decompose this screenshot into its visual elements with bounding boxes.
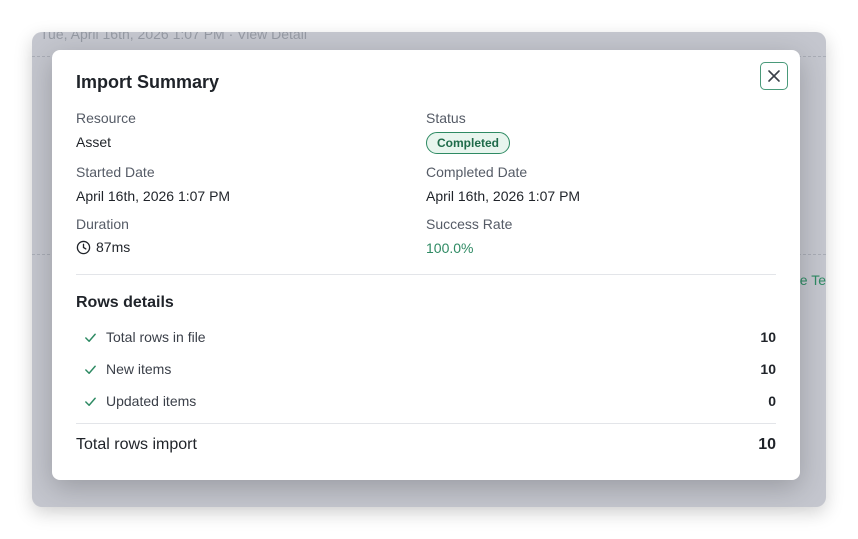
background-link[interactable]: e Te <box>800 272 826 288</box>
status-label: Status <box>426 110 466 126</box>
total-label: Total rows import <box>76 436 197 453</box>
success-rate-label: Success Rate <box>426 216 513 232</box>
duration-value: 87ms <box>96 239 131 255</box>
import-summary-modal: Import Summary Resource Asset Status Com… <box>52 50 800 480</box>
close-button[interactable] <box>760 62 788 90</box>
duration-label: Duration <box>76 216 129 232</box>
started-date-value: April 16th, 2026 1:07 PM <box>76 188 231 204</box>
rows-details-title: Rows details <box>76 294 174 311</box>
row-label: New items <box>106 361 172 377</box>
row-value: 10 <box>760 329 776 345</box>
row-label: Updated items <box>106 393 197 409</box>
clock-icon <box>76 240 91 254</box>
resource-value: Asset <box>76 134 112 150</box>
total-divider <box>76 423 776 424</box>
total-rows-import: Total rows import 10 <box>76 433 776 457</box>
completed-date-label: Completed Date <box>426 164 528 180</box>
section-divider <box>76 274 776 275</box>
total-value: 10 <box>758 436 776 453</box>
close-icon <box>768 70 780 82</box>
success-rate-value: 100.0% <box>426 240 474 256</box>
completed-date-value: April 16th, 2026 1:07 PM <box>426 188 581 204</box>
row-value: 0 <box>768 393 776 409</box>
modal-title: Import Summary <box>76 72 220 92</box>
background-header-text: Tue, April 16th, 2026 1:07 PM · View Det… <box>40 32 307 42</box>
list-item: Total rows in file 10 <box>84 326 776 348</box>
check-icon <box>84 331 98 344</box>
duration-value-wrap: 87ms <box>76 239 130 255</box>
row-value: 10 <box>760 361 776 377</box>
list-item: New items 10 <box>84 358 776 380</box>
check-icon <box>84 395 98 408</box>
status-badge: Completed <box>426 132 511 154</box>
row-label: Total rows in file <box>106 329 206 345</box>
check-icon <box>84 363 98 376</box>
started-date-label: Started Date <box>76 164 155 180</box>
resource-label: Resource <box>76 110 136 126</box>
list-item: Updated items 0 <box>84 390 776 412</box>
